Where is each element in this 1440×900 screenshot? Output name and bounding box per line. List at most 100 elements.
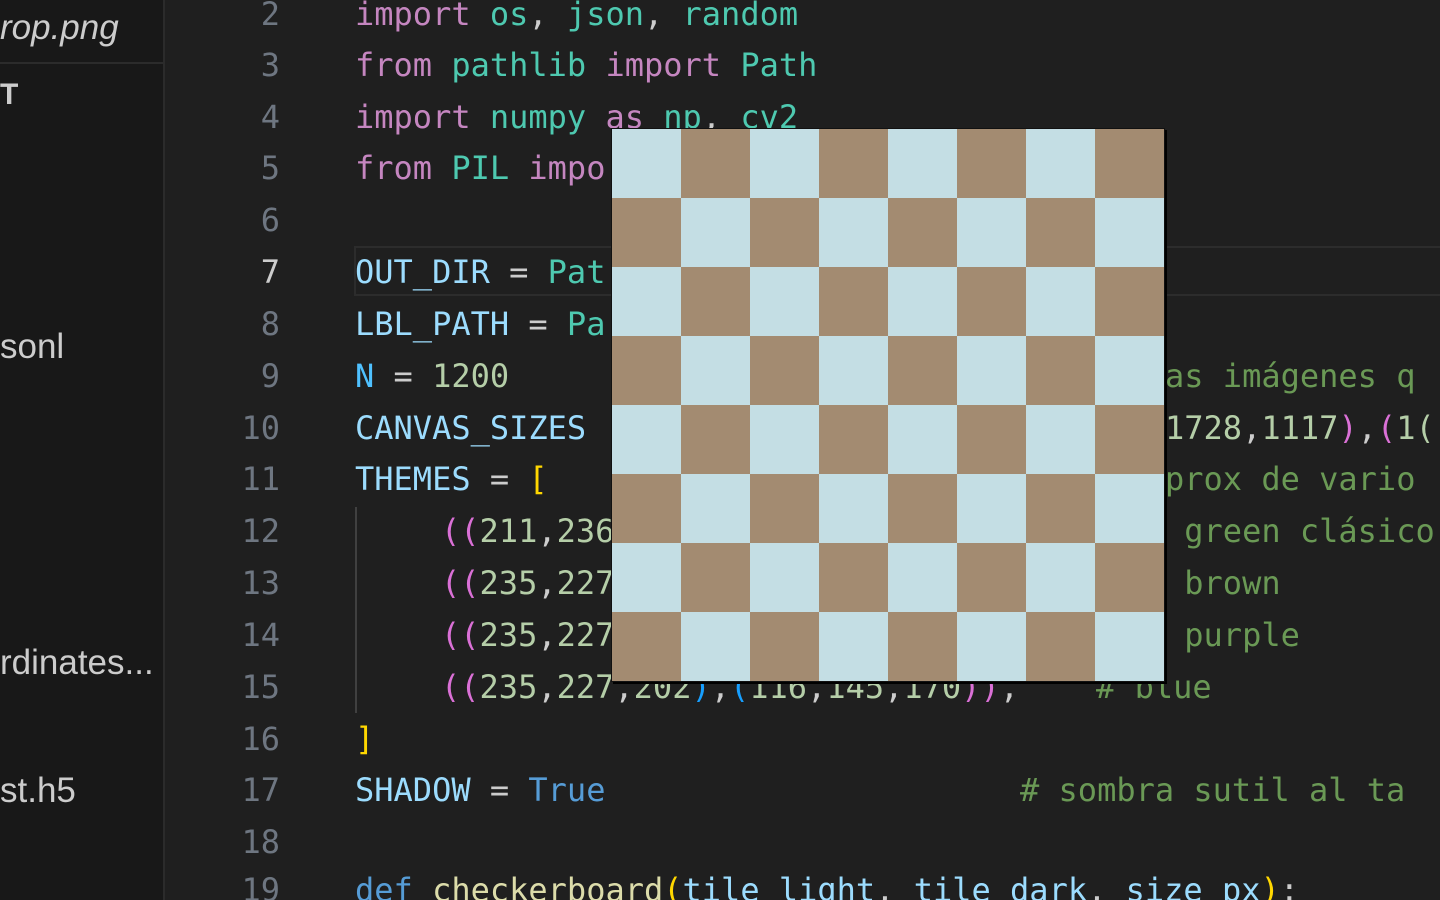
checker-tile-dark	[612, 474, 681, 543]
code-comment[interactable]: prox de vario	[1165, 453, 1415, 505]
checker-tile-dark	[750, 474, 819, 543]
line-number: 6	[260, 201, 280, 239]
checker-tile-dark	[1026, 198, 1095, 267]
checker-tile-dark	[1095, 129, 1164, 198]
checker-tile-light	[1095, 474, 1164, 543]
checker-tile-light	[888, 267, 957, 336]
checker-tile-light	[612, 267, 681, 336]
line-number: 18	[241, 823, 280, 861]
code-line[interactable]: 17 SHADOW = True # sombra sutil al ta	[165, 764, 1440, 816]
checker-tile-light	[957, 336, 1026, 405]
checker-tile-dark	[681, 129, 750, 198]
checker-tile-dark	[750, 198, 819, 267]
code-text-tail[interactable]: 1728,1117),(1(	[1165, 402, 1435, 454]
checker-tile-light	[612, 543, 681, 612]
sidebar-item-h5-file[interactable]: st.h5	[0, 771, 76, 811]
checker-tile-dark	[819, 543, 888, 612]
code-text[interactable]: CANVAS_SIZES	[355, 402, 586, 454]
code-comment[interactable]: purple	[1165, 609, 1300, 661]
code-line[interactable]: 16 ]	[165, 713, 1440, 765]
checker-tile-light	[1026, 405, 1095, 474]
line-number: 16	[241, 720, 280, 758]
code-text[interactable]: OUT_DIR = Pat	[355, 246, 605, 298]
checker-tile-light	[681, 336, 750, 405]
code-text[interactable]: N = 1200	[355, 350, 509, 402]
checker-tile-dark	[612, 198, 681, 267]
checker-tile-dark	[819, 267, 888, 336]
checker-tile-dark	[1095, 543, 1164, 612]
checker-tile-light	[681, 474, 750, 543]
checker-tile-dark	[612, 336, 681, 405]
checker-tile-light	[888, 543, 957, 612]
checker-tile-dark	[888, 612, 957, 681]
code-line[interactable]: 2 import os, json, random	[165, 0, 1440, 40]
code-line[interactable]: 18	[165, 816, 1440, 868]
checker-tile-light	[750, 543, 819, 612]
code-text[interactable]: ]	[355, 713, 374, 765]
sidebar-divider	[0, 62, 163, 64]
code-text[interactable]: ((235,227	[441, 557, 614, 609]
checker-tile-light	[1026, 543, 1095, 612]
checker-tile-dark	[681, 405, 750, 474]
checker-tile-dark	[819, 129, 888, 198]
code-text[interactable]: ((211,236	[441, 505, 614, 557]
open-editor-tab-title[interactable]: rop.png	[0, 8, 119, 48]
line-number: 19	[241, 871, 280, 900]
code-comment[interactable]: as imágenes q	[1165, 350, 1415, 402]
code-text[interactable]: import os, json, random	[355, 0, 798, 40]
line-number: 4	[260, 98, 280, 136]
code-comment[interactable]: green clásico	[1165, 505, 1434, 557]
checker-tile-light	[750, 267, 819, 336]
line-number: 12	[241, 512, 280, 550]
line-number: 8	[260, 305, 280, 343]
checker-tile-dark	[1095, 267, 1164, 336]
checker-tile-light	[681, 198, 750, 267]
checker-tile-light	[1095, 336, 1164, 405]
checker-tile-light	[1095, 198, 1164, 267]
code-line[interactable]: 19 def checkerboard(tile_light, tile_dar…	[165, 864, 1440, 900]
code-text[interactable]: from PIL impo	[355, 142, 605, 194]
code-text[interactable]: SHADOW = True	[355, 764, 605, 816]
checker-tile-dark	[1095, 405, 1164, 474]
checker-tile-dark	[750, 612, 819, 681]
checkerboard-grid	[612, 129, 1164, 681]
sidebar-item-jsonl-file[interactable]: sonl	[0, 327, 64, 367]
line-number: 17	[241, 771, 280, 809]
checker-tile-light	[819, 336, 888, 405]
code-comment[interactable]: brown	[1165, 557, 1280, 609]
code-text[interactable]: from pathlib import Path	[355, 39, 817, 91]
checker-tile-dark	[888, 474, 957, 543]
checker-tile-light	[612, 129, 681, 198]
checkerboard-image-preview	[611, 128, 1165, 682]
checker-tile-light	[819, 198, 888, 267]
checker-tile-light	[681, 612, 750, 681]
line-number: 2	[260, 0, 280, 33]
code-text[interactable]: LBL_PATH = Pa	[355, 298, 605, 350]
line-number: 14	[241, 616, 280, 654]
line-number: 11	[241, 460, 280, 498]
sidebar-item-coordinates-file[interactable]: rdinates...	[0, 643, 154, 683]
checker-tile-dark	[612, 612, 681, 681]
checker-tile-light	[1095, 612, 1164, 681]
line-number-active: 7	[260, 253, 280, 291]
sidebar-item-section[interactable]: T	[0, 78, 18, 112]
checker-tile-dark	[1026, 474, 1095, 543]
checker-tile-light	[612, 405, 681, 474]
checker-tile-light	[819, 474, 888, 543]
line-number: 10	[241, 409, 280, 447]
code-text[interactable]: ((235,227	[441, 609, 614, 661]
checker-tile-dark	[1026, 612, 1095, 681]
code-text[interactable]: THEMES = [	[355, 453, 548, 505]
code-comment[interactable]: # sombra sutil al ta	[1020, 764, 1405, 816]
checker-tile-light	[750, 405, 819, 474]
checker-tile-dark	[750, 336, 819, 405]
checker-tile-dark	[957, 405, 1026, 474]
line-number: 13	[241, 564, 280, 602]
checker-tile-light	[957, 612, 1026, 681]
code-text[interactable]: def checkerboard(tile_light, tile_dark, …	[355, 864, 1299, 900]
checker-tile-light	[819, 612, 888, 681]
checker-tile-dark	[681, 267, 750, 336]
code-line[interactable]: 3 from pathlib import Path	[165, 39, 1440, 91]
line-number: 9	[260, 357, 280, 395]
checker-tile-light	[1026, 129, 1095, 198]
